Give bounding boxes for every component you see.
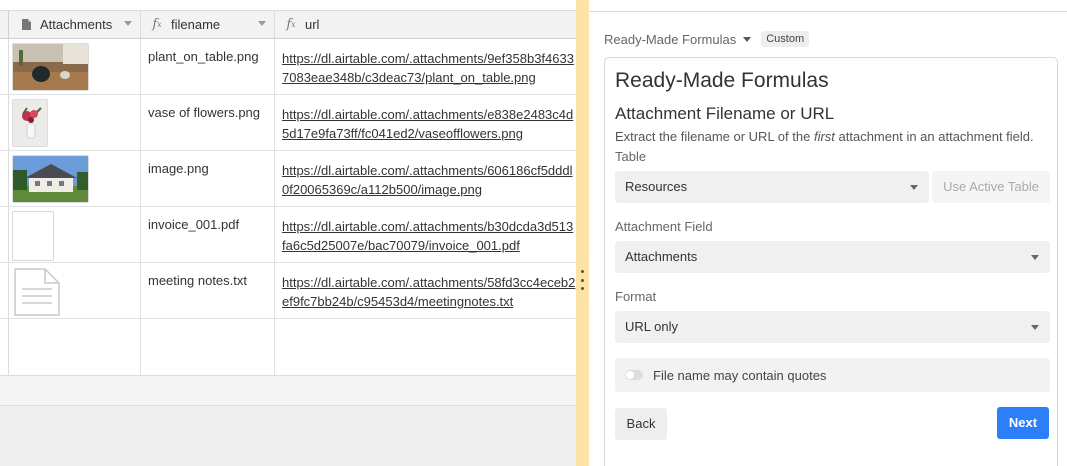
attachment-field-icon	[18, 17, 34, 33]
filename-cell[interactable]: vase of flowers.png	[141, 95, 275, 150]
url-link[interactable]: https://dl.airtable.com/.attachments/b30…	[282, 217, 576, 236]
url-link[interactable]: fa6c5d25007e/bac70079/invoice_001.pdf	[282, 236, 576, 255]
filename-cell[interactable]: meeting notes.txt	[141, 263, 275, 318]
column-header-label: Attachments	[40, 17, 113, 32]
grid-footer	[0, 405, 576, 466]
attachment-cell[interactable]	[9, 263, 141, 318]
chevron-down-icon[interactable]	[743, 36, 752, 42]
vase-photo-thumbnail[interactable]	[12, 99, 48, 147]
row-number-cell	[0, 95, 9, 150]
column-header-attachments[interactable]: Attachments	[9, 10, 141, 39]
table-row[interactable]: meeting notes.txt https://dl.airtable.co…	[0, 263, 576, 319]
use-active-table-button[interactable]: Use Active Table	[932, 171, 1050, 203]
card-subtitle: Attachment Filename or URL	[615, 104, 835, 123]
column-header-label: filename	[171, 17, 221, 32]
url-link[interactable]: https://dl.airtable.com/.attachments/9ef…	[282, 49, 576, 68]
url-link[interactable]: https://dl.airtable.com/.attachments/e83…	[282, 105, 576, 124]
drag-handle-icon[interactable]	[580, 270, 584, 290]
next-button[interactable]: Next	[997, 407, 1049, 439]
column-header-url[interactable]: fx url	[275, 10, 576, 39]
quotes-toggle-switch[interactable]	[625, 370, 643, 380]
empty-row[interactable]	[0, 319, 576, 376]
attachment-cell[interactable]	[9, 207, 141, 262]
chevron-down-icon	[1031, 255, 1039, 260]
url-link[interactable]: 7083eae348b/c3deac73/plant_on_table.png	[282, 68, 576, 87]
description-text: Extract the filename or URL of the	[615, 129, 814, 144]
url-link[interactable]: https://dl.airtable.com/.attachments/606…	[282, 161, 576, 180]
url-cell[interactable]: https://dl.airtable.com/.attachments/9ef…	[275, 39, 576, 94]
table-row[interactable]: vase of flowers.png https://dl.airtable.…	[0, 95, 576, 151]
attachment-field-label: Attachment Field	[615, 219, 713, 234]
description-text: attachment in an attachment field.	[834, 129, 1034, 144]
url-link[interactable]: 5d17e9fa73ff/fc041ed2/vaseofflowers.png	[282, 124, 576, 143]
card-description: Extract the filename or URL of the first…	[615, 129, 1034, 144]
filename-cell[interactable]: plant_on_table.png	[141, 39, 275, 94]
chevron-down-icon	[1031, 325, 1039, 330]
attachment-field-select[interactable]: Attachments	[615, 241, 1050, 273]
format-value: URL only	[625, 319, 678, 334]
column-header-filename[interactable]: fx filename	[141, 10, 275, 39]
format-label: Format	[615, 289, 657, 304]
attachment-cell[interactable]	[9, 319, 141, 375]
row-number-cell	[0, 39, 9, 94]
attachment-cell[interactable]	[9, 151, 141, 206]
attachment-field-value: Attachments	[625, 249, 698, 264]
format-select[interactable]: URL only	[615, 311, 1050, 343]
column-header-label: url	[305, 17, 320, 32]
row-number-header	[0, 10, 9, 39]
filename-cell[interactable]: image.png	[141, 151, 275, 206]
formula-fx-icon: fx	[152, 17, 162, 32]
plant-photo-thumbnail[interactable]	[12, 43, 89, 91]
attachment-cell[interactable]	[9, 95, 141, 150]
panel-top-border	[589, 11, 1067, 12]
table-select[interactable]: Resources	[615, 171, 929, 203]
panel-resize-divider[interactable]	[576, 0, 589, 466]
breadcrumb-label[interactable]: Ready-Made Formulas	[604, 32, 736, 47]
breadcrumb[interactable]: Ready-Made Formulas Custom	[604, 31, 810, 47]
row-number-cell	[0, 151, 9, 206]
formula-fx-icon: fx	[286, 17, 296, 32]
row-number-cell	[0, 207, 9, 262]
formula-card: Ready-Made Formulas Attachment Filename …	[604, 57, 1058, 466]
chevron-down-icon	[910, 185, 918, 190]
custom-badge: Custom	[761, 31, 810, 47]
records-grid: Attachments fx filename fx url plant_on_…	[0, 0, 576, 466]
grid-top-strip	[0, 0, 576, 10]
pdf-page-thumbnail[interactable]	[12, 211, 54, 261]
attachment-cell[interactable]	[9, 39, 141, 94]
filename-cell[interactable]	[141, 319, 275, 375]
table-row[interactable]: plant_on_table.png https://dl.airtable.c…	[0, 39, 576, 95]
row-number-cell	[0, 263, 9, 318]
chevron-down-icon[interactable]	[124, 21, 132, 26]
url-cell[interactable]: https://dl.airtable.com/.attachments/606…	[275, 151, 576, 206]
table-row[interactable]: invoice_001.pdf https://dl.airtable.com/…	[0, 207, 576, 263]
house-photo-thumbnail[interactable]	[12, 155, 89, 203]
url-link[interactable]: https://dl.airtable.com/.attachments/58f…	[282, 273, 576, 292]
filename-cell[interactable]: invoice_001.pdf	[141, 207, 275, 262]
table-label: Table	[615, 149, 647, 164]
quotes-toggle-label: File name may contain quotes	[653, 367, 827, 383]
url-cell[interactable]: https://dl.airtable.com/.attachments/e83…	[275, 95, 576, 150]
url-link[interactable]: 0f20065369c/a112b500/image.png	[282, 180, 576, 199]
card-title: Ready-Made Formulas	[615, 69, 829, 92]
url-link[interactable]: ef9fc7bb24b/c95453d4/meetingnotes.txt	[282, 292, 576, 311]
row-number-cell	[0, 319, 9, 375]
table-select-value: Resources	[625, 179, 688, 194]
url-cell[interactable]: https://dl.airtable.com/.attachments/b30…	[275, 207, 576, 262]
back-button[interactable]: Back	[615, 408, 667, 440]
toggle-knob	[626, 371, 634, 379]
quotes-toggle-row[interactable]: File name may contain quotes	[615, 358, 1050, 392]
url-cell[interactable]: https://dl.airtable.com/.attachments/58f…	[275, 263, 576, 318]
description-emphasis: first	[813, 129, 835, 144]
text-document-icon[interactable]	[12, 267, 62, 317]
app-panel: Ready-Made Formulas Custom Ready-Made Fo…	[589, 0, 1067, 466]
chevron-down-icon[interactable]	[258, 21, 266, 26]
table-row[interactable]: image.png https://dl.airtable.com/.attac…	[0, 151, 576, 207]
